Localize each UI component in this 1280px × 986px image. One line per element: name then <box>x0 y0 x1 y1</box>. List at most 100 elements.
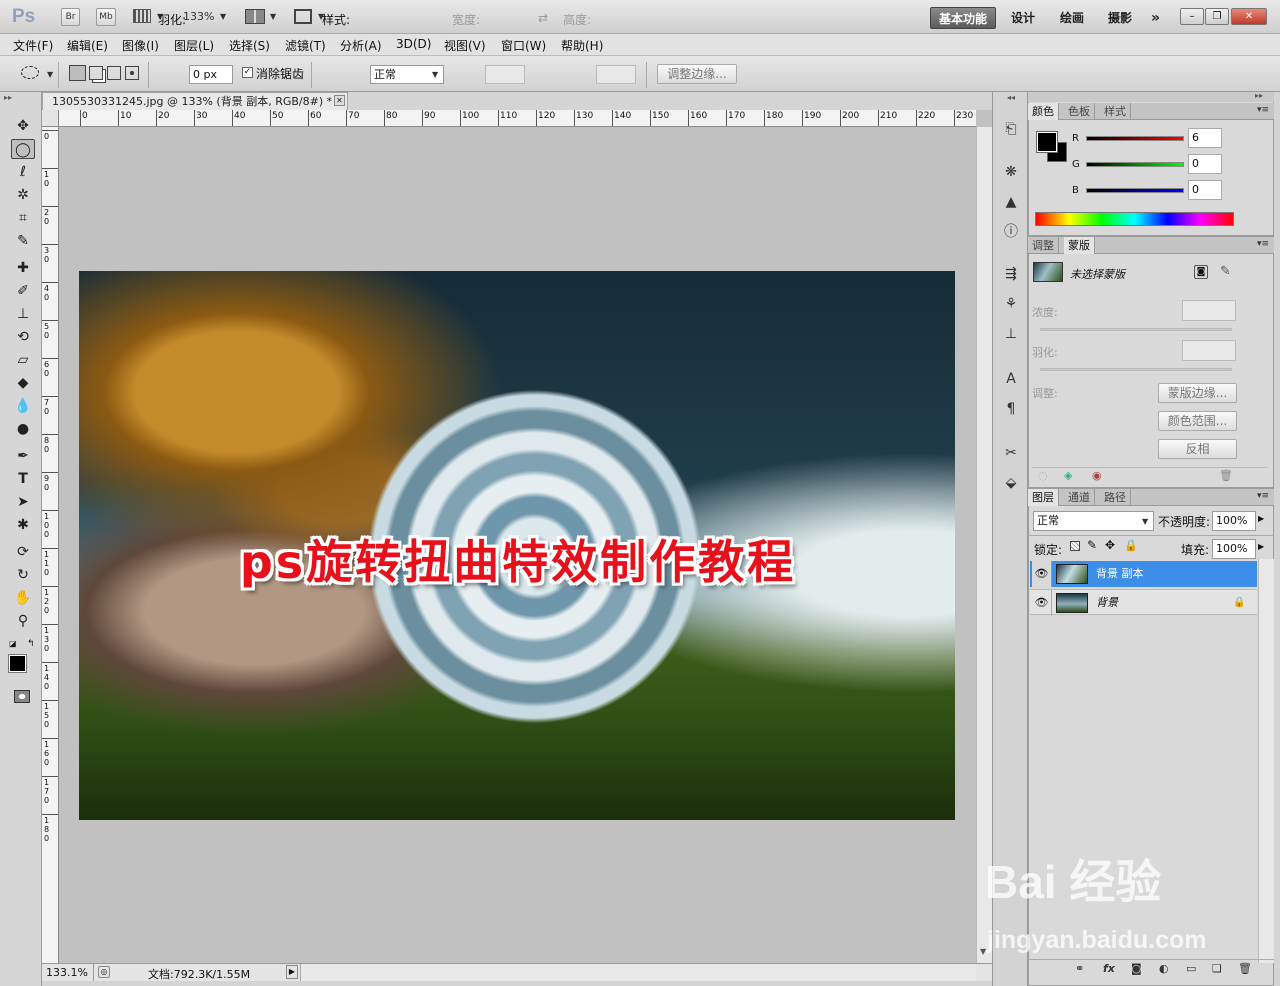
tab-color[interactable]: 颜色 <box>1028 103 1059 120</box>
delete-mask-icon[interactable]: 🗑 <box>1219 469 1233 482</box>
b-slider[interactable] <box>1086 188 1184 193</box>
dodge-tool-icon[interactable]: ● <box>11 419 35 439</box>
visibility-eye-icon[interactable]: 👁 <box>1032 590 1052 616</box>
close-document-icon[interactable]: ✕ <box>334 95 345 106</box>
density-slider[interactable] <box>1040 328 1232 331</box>
intersect-selection-icon[interactable] <box>125 66 139 80</box>
path-selection-tool-icon[interactable]: ➤ <box>11 492 35 512</box>
zoom-tool-icon[interactable]: ⚲ <box>11 611 35 631</box>
brush-tool-icon[interactable]: ✐ <box>11 281 35 301</box>
color-foreground-swatch[interactable] <box>1036 131 1058 153</box>
arrange-documents-icon[interactable] <box>245 9 265 24</box>
fill-slider-icon[interactable]: ▶ <box>1258 542 1264 551</box>
minibridge-button[interactable]: Mb <box>96 8 116 26</box>
eraser-tool-icon[interactable]: ▱ <box>11 350 35 370</box>
workspace-painting[interactable]: 绘画 <box>1052 7 1092 29</box>
info-panel-icon[interactable]: ⓘ <box>1001 222 1021 242</box>
lock-pixels-icon[interactable]: ✎ <box>1087 538 1097 552</box>
subtract-selection-icon[interactable] <box>107 66 121 80</box>
hand-tool-icon[interactable]: ✋ <box>11 588 35 608</box>
healing-brush-tool-icon[interactable]: ✚ <box>11 258 35 278</box>
menu-view[interactable]: 视图(V) <box>444 37 486 54</box>
minimize-icon[interactable]: – <box>1180 8 1204 25</box>
crop-tool-icon[interactable]: ⌗ <box>11 208 35 228</box>
workspace-design[interactable]: 设计 <box>1003 7 1043 29</box>
swap-dimensions-icon[interactable]: ⇄ <box>538 11 548 25</box>
lock-position-icon[interactable]: ✥ <box>1105 538 1115 552</box>
add-to-selection-icon[interactable] <box>89 66 103 80</box>
workspace-essentials[interactable]: 基本功能 <box>930 7 997 29</box>
menu-select[interactable]: 选择(S) <box>229 37 270 54</box>
navigator-panel-icon[interactable]: ❋ <box>1001 162 1021 182</box>
pen-tool-icon[interactable]: ✒ <box>11 446 35 466</box>
menu-3d[interactable]: 3D(D) <box>396 37 431 51</box>
disable-mask-icon[interactable]: ◉ <box>1092 469 1102 482</box>
expand-panels-icon[interactable]: ▸▸ <box>1255 91 1263 100</box>
antialias-checkbox[interactable]: ✓ <box>242 67 253 78</box>
zoom-status[interactable]: 133.1% <box>42 964 94 981</box>
eyedropper-tool-icon[interactable]: ✎ <box>11 231 35 251</box>
foreground-color-swatch[interactable] <box>8 654 27 673</box>
tab-styles[interactable]: 样式 <box>1100 103 1131 120</box>
layer-style-icon[interactable]: fx <box>1103 962 1115 975</box>
panel-menu-icon[interactable]: ▾≡ <box>1257 105 1269 115</box>
g-slider[interactable] <box>1086 162 1184 167</box>
apply-mask-icon[interactable]: ◈ <box>1064 469 1072 482</box>
vector-mask-icon[interactable]: ✎ <box>1220 264 1231 279</box>
mask-edge-button[interactable]: 蒙版边缘... <box>1158 383 1237 403</box>
zoom-level[interactable]: 133% <box>183 10 214 23</box>
collapse-icon[interactable]: ▸▸ <box>4 93 12 102</box>
history-panel-icon[interactable]: ⎗ <box>1001 119 1021 139</box>
b-input[interactable]: 0 <box>1188 180 1222 200</box>
extras-icon[interactable] <box>133 9 151 23</box>
new-selection-icon[interactable] <box>69 65 86 81</box>
opacity-input[interactable]: 100% <box>1212 511 1256 531</box>
more-workspaces-button[interactable]: » <box>1143 7 1168 29</box>
layer-row[interactable]: 👁 背景 副本 <box>1030 561 1257 587</box>
default-colors-icon[interactable]: ◪ <box>9 639 17 648</box>
paint-bucket-tool-icon[interactable]: ◆ <box>11 373 35 393</box>
feather-input[interactable]: 0 px <box>189 65 233 84</box>
document-vertical-scrollbar[interactable]: ▼ <box>976 127 992 963</box>
status-expand-icon[interactable]: ▶ <box>286 965 298 979</box>
lock-transparency-icon[interactable] <box>1070 541 1080 551</box>
blend-mode-select[interactable]: 正常 ▼ <box>1033 511 1154 531</box>
density-input[interactable] <box>1182 300 1236 321</box>
scroll-down-icon[interactable]: ▼ <box>980 947 986 956</box>
history-brush-tool-icon[interactable]: ⟲ <box>11 327 35 347</box>
menu-analysis[interactable]: 分析(A) <box>340 37 382 54</box>
adjustment-layer-icon[interactable]: ◐ <box>1159 962 1169 975</box>
custom-shape-tool-icon[interactable]: ✱ <box>11 515 35 535</box>
menu-file[interactable]: 文件(F) <box>13 37 53 54</box>
menu-layer[interactable]: 图层(L) <box>174 37 214 54</box>
g-input[interactable]: 0 <box>1188 154 1222 174</box>
blur-tool-icon[interactable]: 💧 <box>11 396 35 416</box>
new-layer-icon[interactable]: ❏ <box>1212 962 1222 975</box>
clone-stamp-tool-icon[interactable]: ⊥ <box>11 304 35 324</box>
mask-feather-slider[interactable] <box>1040 368 1232 371</box>
r-slider[interactable] <box>1086 136 1184 141</box>
workspace-photography[interactable]: 摄影 <box>1100 7 1140 29</box>
menu-image[interactable]: 图像(I) <box>122 37 159 54</box>
brushes-panel-icon[interactable]: ⚘ <box>1001 294 1021 314</box>
histogram-panel-icon[interactable]: ▲ <box>1001 192 1021 212</box>
add-mask-icon[interactable]: ◙ <box>1131 962 1142 975</box>
chevron-down-icon[interactable]: ▼ <box>220 12 226 21</box>
r-input[interactable]: 6 <box>1188 128 1222 148</box>
screen-mode-icon[interactable] <box>294 9 312 24</box>
menu-filter[interactable]: 滤镜(T) <box>285 37 326 54</box>
tab-adjustments[interactable]: 调整 <box>1028 237 1059 254</box>
menu-edit[interactable]: 编辑(E) <box>67 37 108 54</box>
lock-all-icon[interactable]: 🔒 <box>1124 539 1138 552</box>
document-horizontal-scrollbar[interactable] <box>300 964 976 981</box>
color-spectrum-bar[interactable] <box>1035 212 1234 226</box>
refine-edge-button[interactable]: 调整边缘... <box>657 64 737 84</box>
panel-menu-icon[interactable]: ▾≡ <box>1257 491 1269 501</box>
chevron-down-icon[interactable]: ▼ <box>270 12 276 21</box>
color-range-button[interactable]: 颜色范围... <box>1158 411 1237 431</box>
move-tool-icon[interactable]: ✥ <box>11 116 35 136</box>
visibility-eye-icon[interactable]: 👁 <box>1032 561 1052 587</box>
lasso-tool-icon[interactable]: ℓ <box>11 162 35 182</box>
bridge-button[interactable]: Br <box>61 8 80 26</box>
type-tool-icon[interactable]: T <box>11 469 35 489</box>
